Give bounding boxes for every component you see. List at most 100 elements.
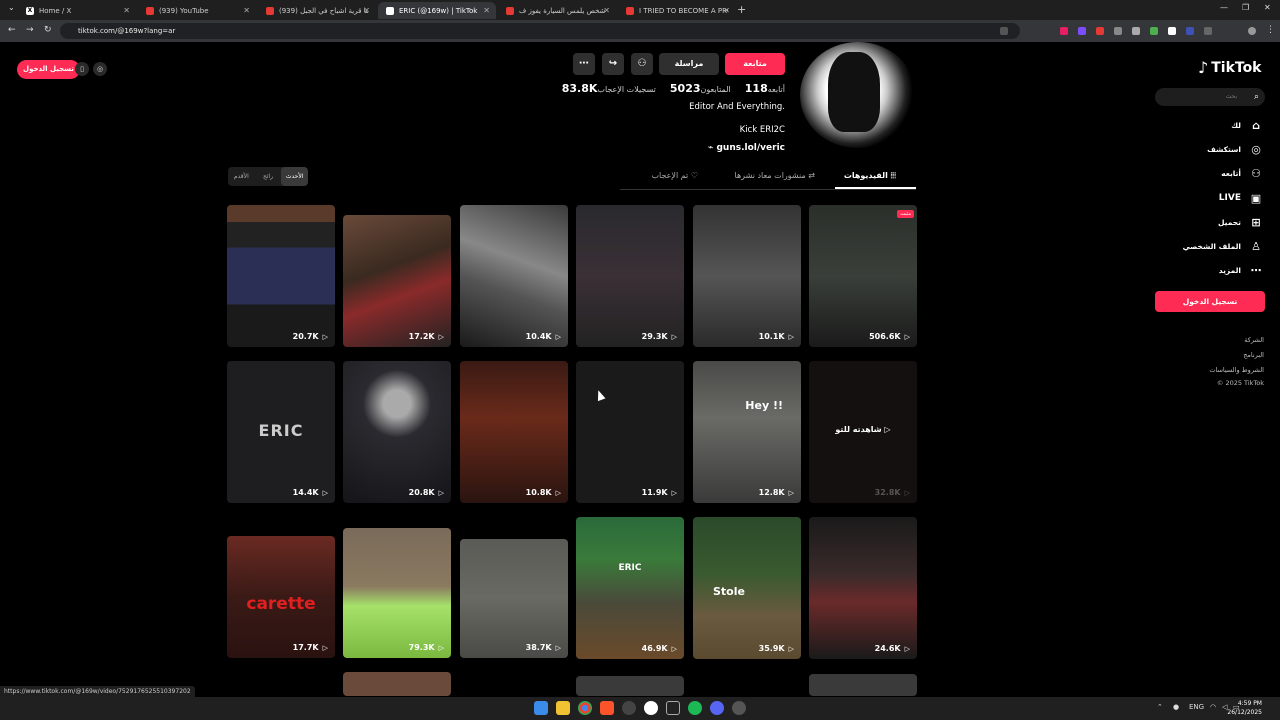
close-icon[interactable]: ✕ bbox=[243, 6, 250, 15]
following-stat[interactable]: أتابعه118 bbox=[741, 82, 785, 95]
footer-link-company[interactable]: الشركة bbox=[1244, 336, 1264, 344]
video-card[interactable]: 29.3K ▷ bbox=[576, 205, 684, 347]
sort-latest[interactable]: الأحدث bbox=[281, 167, 309, 186]
sidebar-item-following[interactable]: أتابعه ⚇ bbox=[1221, 163, 1263, 183]
sort-oldest[interactable]: الأقدم bbox=[228, 167, 255, 186]
mic-icon[interactable]: ● bbox=[1173, 703, 1179, 711]
video-card[interactable]: 79.3K ▷ bbox=[343, 528, 451, 658]
share-icon[interactable]: ↪ bbox=[602, 53, 624, 75]
back-icon[interactable]: ← bbox=[8, 25, 16, 35]
follow-button[interactable]: متابعة bbox=[725, 53, 785, 75]
video-card[interactable]: ERIC 46.9K ▷ bbox=[576, 517, 684, 659]
video-card[interactable] bbox=[809, 674, 917, 696]
tab-reposts[interactable]: منشورات معاد نشرها ⇄ bbox=[735, 171, 816, 180]
sidebar-login-button[interactable]: تسجيل الدخول bbox=[1155, 291, 1265, 312]
extension-icon[interactable] bbox=[1132, 27, 1140, 35]
close-window-icon[interactable]: ✕ bbox=[1264, 3, 1271, 12]
discord-icon[interactable] bbox=[710, 701, 724, 715]
video-card[interactable]: 24.6K ▷ bbox=[809, 517, 917, 659]
close-icon[interactable]: ✕ bbox=[603, 6, 610, 15]
video-card[interactable]: شاهدته للتو ▷ 32.8K ▷ bbox=[809, 361, 917, 503]
phone-icon[interactable]: ▯ bbox=[75, 62, 89, 76]
browser-tab-5[interactable]: اول شخص يلمس السيارة يفوز ف... ✕ bbox=[498, 2, 616, 19]
browser-tab-2[interactable]: (939) YouTube ✕ bbox=[138, 2, 256, 19]
avatar[interactable] bbox=[1248, 27, 1256, 35]
sidebar-item-for-you[interactable]: لك ⌂ bbox=[1231, 115, 1263, 135]
new-tab-button[interactable]: + bbox=[737, 3, 746, 16]
video-card[interactable]: 10.1K ▷ bbox=[693, 205, 801, 347]
wifi-icon[interactable]: ◠ bbox=[1210, 703, 1216, 711]
extension-icon[interactable] bbox=[1096, 27, 1104, 35]
extension-icon[interactable] bbox=[1168, 27, 1176, 35]
maximize-icon[interactable]: ❐ bbox=[1242, 3, 1249, 12]
brave-icon[interactable] bbox=[600, 701, 614, 715]
browser-tab-3[interactable]: (939) دخلنا قرية اشباح في الجبل ✕ bbox=[258, 2, 376, 19]
video-card[interactable] bbox=[343, 672, 451, 696]
profile-link[interactable]: ⌁ guns.lol/veric bbox=[708, 143, 785, 153]
sidebar-item-live[interactable]: LIVE ▣ bbox=[1219, 188, 1263, 208]
url-field[interactable]: tiktok.com/@169w?lang=ar bbox=[60, 23, 1020, 39]
message-button[interactable]: مراسلة bbox=[659, 53, 719, 75]
close-icon[interactable]: ✕ bbox=[123, 6, 130, 15]
close-icon[interactable]: ✕ bbox=[363, 6, 370, 15]
chrome-icon[interactable] bbox=[578, 701, 592, 715]
tab-search-icon[interactable]: ⌄ bbox=[8, 3, 15, 12]
compass-icon[interactable]: ◎ bbox=[93, 62, 107, 76]
app-icon[interactable] bbox=[732, 701, 746, 715]
video-card[interactable] bbox=[576, 676, 684, 696]
extensions-icon[interactable] bbox=[1204, 27, 1212, 35]
login-button[interactable]: تسجيل الدخول bbox=[17, 60, 80, 79]
reload-icon[interactable]: ↻ bbox=[44, 25, 52, 35]
sidebar-item-profile[interactable]: الملف الشخصي ♙ bbox=[1183, 236, 1263, 256]
spotify-icon[interactable] bbox=[688, 701, 702, 715]
browser-tab-6[interactable]: I TRIED TO BECOME A PROFESS... ✕ bbox=[618, 2, 736, 19]
sidebar-item-upload[interactable]: تحميل ⊞ bbox=[1218, 212, 1263, 232]
video-card[interactable]: مثبت 506.6K ▷ bbox=[809, 205, 917, 347]
video-card[interactable]: 20.8K ▷ bbox=[343, 361, 451, 503]
video-card[interactable]: 20.7K ▷ bbox=[227, 205, 335, 347]
sidebar-item-more[interactable]: المزيد ⋯ bbox=[1219, 260, 1263, 280]
extension-icon[interactable] bbox=[1150, 27, 1158, 35]
app-icon[interactable] bbox=[644, 701, 658, 715]
browser-tab-1[interactable]: X Home / X ✕ bbox=[18, 2, 136, 19]
sort-popular[interactable]: رائج bbox=[255, 167, 282, 186]
footer-link-terms[interactable]: الشروط والسياسات bbox=[1209, 366, 1264, 374]
menu-icon[interactable]: ⋮ bbox=[1266, 25, 1275, 35]
app-icon[interactable] bbox=[622, 701, 636, 715]
zoom-icon[interactable] bbox=[1000, 27, 1008, 35]
minimize-icon[interactable]: — bbox=[1220, 3, 1228, 12]
video-card[interactable]: carette 17.7K ▷ bbox=[227, 536, 335, 658]
tab-videos[interactable]: الفيديوهات ⦙⦙⦙ bbox=[844, 171, 896, 181]
more-icon[interactable]: ⋯ bbox=[573, 53, 595, 75]
add-friend-icon[interactable]: ⚇ bbox=[631, 53, 653, 75]
video-card[interactable]: Stole 35.9K ▷ bbox=[693, 517, 801, 659]
sidebar-item-explore[interactable]: استكشف ◎ bbox=[1207, 139, 1263, 159]
file-explorer-icon[interactable] bbox=[556, 701, 570, 715]
browser-tab-4[interactable]: ERIC (@169w) | TikTok ✕ bbox=[378, 2, 496, 19]
search-input[interactable]: بحث ⌕ bbox=[1155, 88, 1265, 106]
search-icon[interactable]: ⌕ bbox=[1254, 88, 1259, 106]
tab-liked[interactable]: تم الإعجاب ♡ bbox=[651, 171, 698, 180]
footer-link-program[interactable]: البرنامج bbox=[1243, 351, 1264, 359]
video-card[interactable]: Hey !! 12.8K ▷ bbox=[693, 361, 801, 503]
video-card[interactable]: 38.7K ▷ bbox=[460, 539, 568, 658]
clock[interactable]: 4:59 PM 26/12/2025 bbox=[1227, 699, 1262, 717]
video-card[interactable]: ERIC 14.4K ▷ bbox=[227, 361, 335, 503]
extension-icon[interactable] bbox=[1186, 27, 1194, 35]
chevron-up-icon[interactable]: ⌃ bbox=[1157, 703, 1163, 711]
close-icon[interactable]: ✕ bbox=[723, 6, 730, 15]
forward-icon[interactable]: → bbox=[26, 25, 34, 35]
video-card[interactable]: 10.8K ▷ bbox=[460, 361, 568, 503]
start-icon[interactable] bbox=[534, 701, 548, 715]
close-icon[interactable]: ✕ bbox=[483, 6, 490, 15]
language-indicator[interactable]: ENG bbox=[1189, 703, 1204, 711]
extension-icon[interactable] bbox=[1078, 27, 1086, 35]
tiktok-logo[interactable]: ♪ TikTok bbox=[1198, 58, 1262, 77]
video-card[interactable]: 17.2K ▷ bbox=[343, 215, 451, 347]
app-icon[interactable] bbox=[666, 701, 680, 715]
followers-stat[interactable]: المتابعون5023 bbox=[666, 82, 731, 95]
extension-icon[interactable] bbox=[1114, 27, 1122, 35]
video-card[interactable]: 11.9K ▷ bbox=[576, 361, 684, 503]
video-card[interactable]: 10.4K ▷ bbox=[460, 205, 568, 347]
extension-icon[interactable] bbox=[1060, 27, 1068, 35]
